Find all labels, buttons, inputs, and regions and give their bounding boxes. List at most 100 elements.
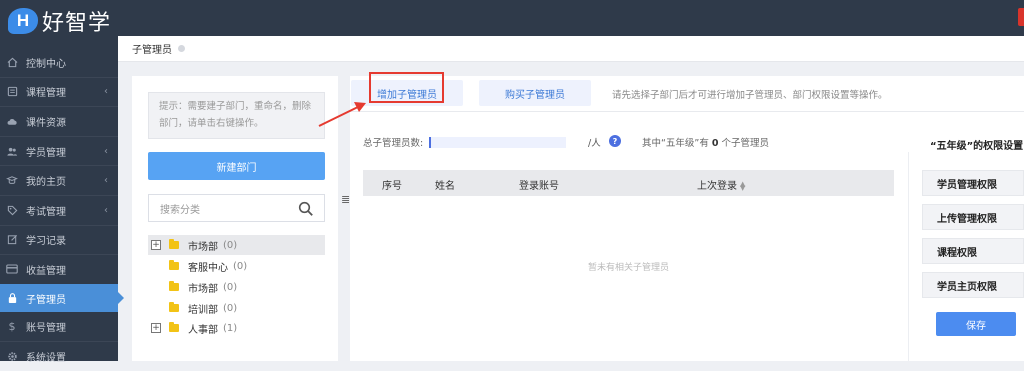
card-icon [6, 263, 18, 275]
resize-handle-icon[interactable]: ≣ [341, 193, 350, 207]
permission-student-homepage[interactable]: 学员主页权限 [922, 272, 1024, 298]
permission-student-management[interactable]: 学员管理权限 [922, 170, 1024, 196]
action-info-text: 请先选择子部门后才可进行增加子管理员、部门权限设置等操作。 [612, 90, 888, 101]
top-right-button[interactable] [1018, 8, 1024, 26]
chevron-left-icon: ‹ [104, 145, 108, 157]
new-department-button[interactable]: 新建部门 [148, 152, 325, 180]
column-header-index: 序号 [382, 181, 402, 192]
logo-text: 好智学 [42, 11, 112, 36]
tree-node-count: (1) [223, 322, 238, 334]
logo[interactable]: H 好智学 [8, 5, 111, 37]
sidebar-item-student-management[interactable]: 学员管理 ‹ [0, 137, 118, 166]
sidebar-item-exam-management[interactable]: 考试管理 ‹ [0, 196, 118, 225]
logo-badge: H [8, 8, 38, 34]
sidebar-item-label: 系统设置 [26, 352, 66, 364]
sidebar-item-label: 课件资源 [26, 117, 66, 129]
pointer-arrow-icon [318, 102, 366, 127]
sidebar-item-label: 收益管理 [26, 265, 66, 277]
highlight-box [369, 72, 444, 103]
dollar-icon: $ [8, 320, 16, 334]
tree-node-name: 客服中心 [188, 262, 228, 274]
tree-node-hr[interactable]: + 人事部 (1) [148, 318, 325, 338]
sidebar-item-label: 控制中心 [26, 58, 66, 70]
sidebar-item-learning-records[interactable]: 学习记录 [0, 226, 118, 255]
sidebar-item-course-management[interactable]: 课程管理 ‹ [0, 78, 118, 107]
among-suffix: 个子管理员 [721, 138, 770, 149]
sidebar-item-revenue-management[interactable]: 收益管理 [0, 255, 118, 284]
expand-icon[interactable]: + [151, 240, 161, 250]
tree-node-training[interactable]: 培训部 (0) [148, 298, 325, 318]
search-placeholder: 搜索分类 [160, 204, 200, 216]
table-header: 序号 姓名 登录账号 上次登录 ▲ ▼ [363, 170, 894, 196]
permission-title: “五年级”的权限设置 [930, 141, 1024, 152]
gear-icon [6, 350, 18, 362]
column-header-last-login[interactable]: 上次登录 ▲ ▼ [697, 177, 745, 193]
flag-icon [6, 175, 18, 187]
top-bar: H 好智学 [0, 0, 1024, 36]
book-icon [6, 86, 18, 98]
lock-icon [6, 292, 18, 304]
sidebar-item-label: 子管理员 [26, 294, 66, 306]
category-search-input[interactable]: 搜索分类 [148, 194, 325, 222]
divider [908, 152, 909, 361]
grade-count-text: 其中“五年级”有 0 个子管理员 [642, 135, 769, 149]
tree-node-name: 市场部 [188, 241, 218, 253]
tree-node-name: 市场部 [188, 283, 218, 295]
total-sub-admins: 总子管理员数: [363, 135, 567, 149]
tag-icon [6, 204, 18, 216]
sidebar-item-label: 考试管理 [26, 206, 66, 218]
sidebar-item-system-settings[interactable]: 系统设置 [0, 342, 118, 371]
tree-node-count: (0) [223, 302, 238, 314]
chevron-left-icon: ‹ [104, 204, 108, 216]
sidebar-item-courseware[interactable]: 课件资源 [0, 107, 118, 136]
unit-label: /人 [588, 138, 601, 149]
help-icon[interactable]: ? [609, 135, 621, 147]
among-count: 0 [711, 138, 719, 149]
total-label: 总子管理员数: [363, 138, 424, 149]
permission-upload-management[interactable]: 上传管理权限 [922, 204, 1024, 230]
tree-node-count: (0) [223, 281, 238, 293]
sidebar-item-control-center[interactable]: 控制中心 [0, 48, 118, 77]
total-value-bar [429, 136, 567, 148]
sidebar-item-sub-admin[interactable]: 子管理员 [0, 283, 124, 313]
expand-icon[interactable]: + [151, 323, 161, 333]
tree-node-name: 人事部 [188, 324, 218, 336]
sidebar-item-label: 课程管理 [26, 88, 66, 100]
buy-sub-admin-button[interactable]: 购买子管理员 [479, 80, 591, 106]
folder-icon [169, 322, 179, 332]
sort-icon[interactable]: ▲ ▼ [740, 181, 745, 192]
sidebar: 控制中心 课程管理 ‹ 课件资源 学员管理 ‹ 我的主页 ‹ 考试管理 ‹ 学习… [0, 36, 124, 364]
column-header-name: 姓名 [435, 181, 455, 192]
sidebar-item-label: 账号管理 [26, 323, 66, 335]
last-login-label: 上次登录 [697, 181, 737, 192]
folder-icon [169, 281, 179, 291]
sidebar-item-label: 学习记录 [26, 236, 66, 248]
permission-course[interactable]: 课程权限 [922, 238, 1024, 264]
breadcrumb: 子管理员 [118, 36, 1024, 62]
breadcrumb-label: 子管理员 [132, 45, 172, 56]
tree-node-count: (0) [233, 260, 248, 272]
breadcrumb-dot-icon [178, 45, 185, 52]
edit-icon [6, 234, 18, 246]
folder-icon [169, 302, 179, 312]
search-icon[interactable] [298, 201, 314, 217]
sidebar-item-label: 我的主页 [26, 177, 66, 189]
sidebar-item-my-homepage[interactable]: 我的主页 ‹ [0, 166, 118, 195]
tree-node-name: 培训部 [188, 304, 218, 316]
tree-node-customer-service[interactable]: 客服中心 (0) [148, 256, 325, 276]
folder-icon [169, 239, 179, 249]
chevron-left-icon: ‹ [104, 175, 108, 187]
tree-node-count: (0) [223, 239, 238, 251]
sidebar-item-label: 学员管理 [26, 147, 66, 159]
users-icon [6, 145, 18, 157]
home-icon [6, 56, 18, 68]
chevron-left-icon: ‹ [104, 86, 108, 98]
column-header-account: 登录账号 [519, 181, 559, 192]
tree-node-market-sub[interactable]: 市场部 (0) [148, 277, 325, 297]
tree-node-market[interactable]: + 市场部 (0) [148, 235, 325, 255]
save-button[interactable]: 保存 [936, 312, 1016, 336]
sidebar-item-account-management[interactable]: $ 账号管理 [0, 312, 118, 341]
cloud-icon [6, 115, 18, 127]
among-prefix: 其中“五年级”有 [642, 138, 709, 149]
